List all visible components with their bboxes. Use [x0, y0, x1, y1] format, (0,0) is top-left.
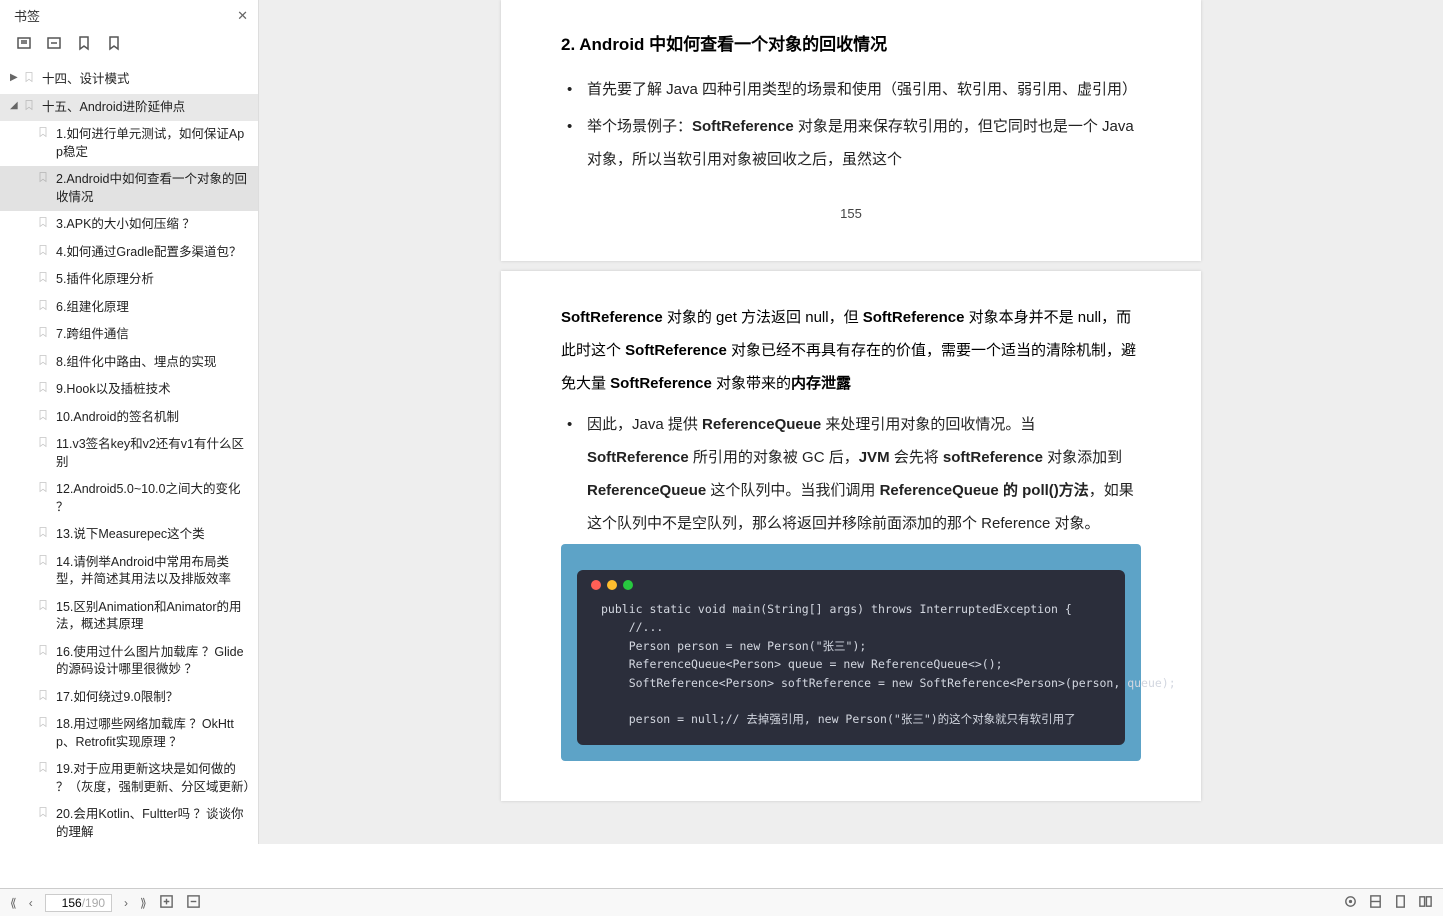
code-snippet: public static void main(String[] args) t… [601, 600, 1101, 729]
document-view[interactable]: 2. Android 中如何查看一个对象的回收情况 首先要了解 Java 四种引… [259, 0, 1443, 844]
bullet-item: 举个场景例子：SoftReference 对象是用来保存软引用的，但它同时也是一… [561, 110, 1141, 176]
bookmark-label: 15.区别Animation和Animator的用法，概述其原理 [56, 599, 250, 634]
bookmark-item[interactable]: 1.如何进行单元测试，如何保证App稳定 [0, 121, 258, 166]
bookmark-label: 1.如何进行单元测试，如何保证App稳定 [56, 126, 250, 161]
bookmark-icon [36, 554, 50, 566]
bookmark-label: 9.Hook以及插桩技术 [56, 381, 250, 399]
code-figure: public static void main(String[] args) t… [561, 544, 1141, 761]
bookmark-add-icon[interactable] [76, 35, 92, 56]
bookmark-label: 十四、设计模式 [42, 71, 250, 89]
bookmark-item[interactable]: 12.Android5.0~10.0之间大的变化 ？ [0, 476, 258, 521]
bookmark-item[interactable]: 9.Hook以及插桩技术 [0, 376, 258, 404]
bullet-item: 因此，Java 提供 ReferenceQueue 来处理引用对象的回收情况。当… [561, 408, 1141, 540]
bookmark-icon [36, 381, 50, 393]
bookmark-item[interactable]: 5.插件化原理分析 [0, 266, 258, 294]
bookmarks-panel: 书签 ✕ ▶十四、设计模式◢十五、Android进阶延伸点 1.如何进行单元测试，… [0, 0, 259, 844]
bookmark-icon [36, 436, 50, 448]
page-155: 2. Android 中如何查看一个对象的回收情况 首先要了解 Java 四种引… [501, 0, 1201, 261]
bookmark-item[interactable]: 2.Android中如何查看一个对象的回收情况 [0, 166, 258, 211]
bookmark-item[interactable]: 16.使用过什么图片加载库 ？Glide的源码设计哪里很微妙 ？ [0, 639, 258, 684]
bookmark-icon[interactable] [106, 35, 122, 56]
bookmark-icon [36, 644, 50, 656]
bookmark-icon [22, 99, 36, 111]
bookmark-item[interactable]: 19.对于应用更新这块是如何做的 ？（灰度，强制更新、分区域更新） [0, 756, 258, 801]
page-input-box[interactable]: /190 [45, 894, 112, 912]
bookmark-item[interactable]: 7.跨组件通信 [0, 321, 258, 349]
bookmark-icon [36, 761, 50, 773]
prev-page-button[interactable]: ‹ [29, 896, 33, 910]
bookmark-label: 3.APK的大小如何压缩 ？ [56, 216, 250, 234]
paragraph: SoftReference 对象的 get 方法返回 null，但 SoftRe… [561, 301, 1141, 400]
bookmark-icon [36, 299, 50, 311]
zoom-out-button[interactable] [186, 894, 201, 912]
bookmark-section[interactable]: ▶十四、设计模式 [0, 66, 258, 94]
bookmark-icon [36, 354, 50, 366]
bookmark-icon [36, 689, 50, 701]
bookmark-icon [22, 71, 36, 83]
bookmark-icon [36, 216, 50, 228]
bookmark-item[interactable]: 10.Android的签名机制 [0, 404, 258, 432]
bookmark-icon [36, 599, 50, 611]
zoom-in-button[interactable] [159, 894, 174, 912]
bookmark-icon [36, 409, 50, 421]
bookmark-item[interactable]: 18.用过哪些网络加载库 ？OkHttp、Retrofit实现原理 ？ [0, 711, 258, 756]
bookmark-icon [36, 126, 50, 138]
bookmark-item[interactable]: 20.会用Kotlin、Fultter吗 ？谈谈你的理解 [0, 801, 258, 844]
bookmark-label: 19.对于应用更新这块是如何做的 ？（灰度，强制更新、分区域更新） [56, 761, 250, 796]
next-page-button[interactable]: › [124, 896, 128, 910]
last-page-button[interactable]: ⟫ [140, 896, 147, 910]
bookmark-label: 12.Android5.0~10.0之间大的变化 ？ [56, 481, 250, 516]
bookmark-tree: ▶十四、设计模式◢十五、Android进阶延伸点 1.如何进行单元测试，如何保证A… [0, 66, 258, 844]
bookmark-icon [36, 171, 50, 183]
bookmark-label: 11.v3签名key和v2还有v1有什么区别 [56, 436, 250, 471]
bookmark-label: 18.用过哪些网络加载库 ？OkHttp、Retrofit实现原理 ？ [56, 716, 250, 751]
bookmark-item[interactable]: 8.组件化中路由、埋点的实现 [0, 349, 258, 377]
bookmark-icon [36, 526, 50, 538]
bookmark-label: 6.组建化原理 [56, 299, 250, 317]
section-heading: 2. Android 中如何查看一个对象的回收情况 [561, 30, 1141, 55]
bookmark-label: 17.如何绕过9.0限制？ [56, 689, 250, 707]
layout-continuous-icon[interactable] [1393, 894, 1408, 912]
bookmark-item[interactable]: 17.如何绕过9.0限制？ [0, 684, 258, 712]
bookmark-label: 13.说下Measurepec这个类 [56, 526, 250, 544]
layout-facing-icon[interactable] [1418, 894, 1433, 912]
bookmark-icon [36, 481, 50, 493]
bookmark-label: 7.跨组件通信 [56, 326, 250, 344]
page-total: /190 [82, 896, 105, 910]
bookmark-label: 4.如何通过Gradle配置多渠道包？ [56, 244, 250, 262]
page-number: 155 [561, 206, 1141, 221]
bookmark-icon [36, 806, 50, 818]
bullet-item: 首先要了解 Java 四种引用类型的场景和使用（强引用、软引用、弱引用、虚引用） [561, 73, 1141, 106]
bookmark-item[interactable]: 15.区别Animation和Animator的用法，概述其原理 [0, 594, 258, 639]
bookmark-label: 14.请例举Android中常用布局类型，并简述其用法以及排版效率 [56, 554, 250, 589]
bookmark-icon [36, 271, 50, 283]
bookmark-label: 5.插件化原理分析 [56, 271, 250, 289]
bookmark-item[interactable]: 13.说下Measurepec这个类 [0, 521, 258, 549]
bookmark-icon [36, 244, 50, 256]
bookmark-label: 2.Android中如何查看一个对象的回收情况 [56, 171, 250, 206]
bookmark-label: 20.会用Kotlin、Fultter吗 ？谈谈你的理解 [56, 806, 250, 841]
bookmark-item[interactable]: 14.请例举Android中常用布局类型，并简述其用法以及排版效率 [0, 549, 258, 594]
layout-single-icon[interactable] [1368, 894, 1383, 912]
bookmark-label: 十五、Android进阶延伸点 [42, 99, 250, 117]
bookmark-label: 8.组件化中路由、埋点的实现 [56, 354, 250, 372]
page-number-input[interactable] [52, 896, 82, 910]
view-mode-icon[interactable] [1343, 894, 1358, 912]
sidebar-title: 书签 [14, 6, 40, 25]
first-page-button[interactable]: ⟪ [10, 896, 17, 910]
bookmark-section[interactable]: ◢十五、Android进阶延伸点 [0, 94, 258, 122]
bookmark-label: 10.Android的签名机制 [56, 409, 250, 427]
page-156: SoftReference 对象的 get 方法返回 null，但 SoftRe… [501, 271, 1201, 801]
bookmark-label: 16.使用过什么图片加载库 ？Glide的源码设计哪里很微妙 ？ [56, 644, 250, 679]
status-bar: ⟪ ‹ /190 › ⟫ [0, 888, 1443, 916]
bookmark-item[interactable]: 6.组建化原理 [0, 294, 258, 322]
collapse-all-icon[interactable] [46, 35, 62, 56]
expand-all-icon[interactable] [16, 35, 32, 56]
bookmark-item[interactable]: 4.如何通过Gradle配置多渠道包？ [0, 239, 258, 267]
close-sidebar-button[interactable]: ✕ [237, 8, 248, 24]
bookmark-item[interactable]: 11.v3签名key和v2还有v1有什么区别 [0, 431, 258, 476]
bookmark-icon [36, 326, 50, 338]
bookmark-item[interactable]: 3.APK的大小如何压缩 ？ [0, 211, 258, 239]
bookmark-icon [36, 716, 50, 728]
